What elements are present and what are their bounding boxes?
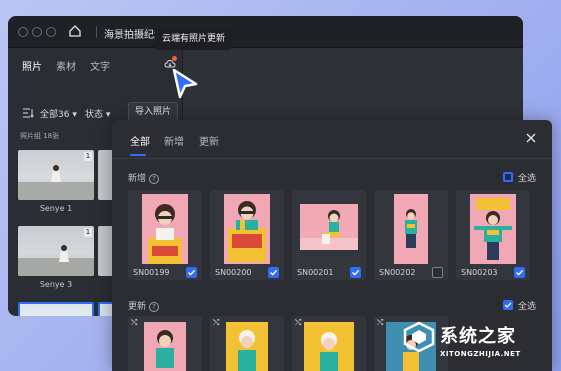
photo-card[interactable]: ⤭ — [292, 316, 366, 371]
photo-card[interactable]: SN00199 — [128, 190, 202, 280]
photo-card[interactable]: ⤭ — [210, 316, 284, 371]
tab-text[interactable]: 文字 — [90, 58, 110, 73]
photo-checkbox[interactable] — [186, 267, 197, 278]
photo-image — [142, 194, 188, 264]
swap-icon: ⤭ — [377, 318, 384, 327]
photo-checkbox[interactable] — [350, 267, 361, 278]
cloud-update-tooltip: 云端有照片更新 — [155, 28, 233, 50]
photo-thumbnail-selected[interactable] — [18, 302, 94, 316]
photo-code: SN00202 — [379, 268, 416, 277]
select-all-checkbox[interactable] — [503, 300, 513, 310]
photo-checkbox[interactable] — [268, 267, 279, 278]
home-icon[interactable] — [68, 24, 82, 38]
sort-icon[interactable] — [22, 107, 34, 119]
new-section-label: 新增 — [128, 174, 147, 184]
new-section-header: 新增? — [128, 171, 160, 184]
filter-all-dropdown[interactable]: 全部36 ▾ — [40, 107, 77, 120]
title-separator — [96, 26, 97, 38]
filter-status-dropdown[interactable]: 状态 ▾ — [85, 107, 110, 120]
active-tab-indicator — [130, 154, 146, 156]
tab-updated[interactable]: 更新 — [199, 133, 219, 148]
photo-image — [300, 204, 358, 250]
update-badge-dot — [172, 56, 177, 61]
photo-image — [144, 322, 186, 371]
photo-card[interactable]: ⤭ — [128, 316, 202, 371]
filter-status-label: 状态 — [85, 110, 104, 120]
photo-caption: Senye 3 — [39, 280, 73, 289]
window-minimize-dot[interactable] — [32, 27, 42, 37]
import-photos-button[interactable]: 导入照片 — [128, 102, 178, 122]
sidebar-tabs: 照片 素材 文字 — [8, 48, 182, 82]
photo-image — [18, 245, 94, 276]
window-maximize-dot[interactable] — [46, 27, 56, 37]
help-icon[interactable]: ? — [149, 302, 160, 312]
chevron-down-icon: ▾ — [72, 110, 77, 120]
photo-card[interactable]: SN00203 — [456, 190, 530, 280]
photo-group-header: 照片组 18张 — [20, 132, 60, 140]
swap-icon: ⤭ — [131, 318, 138, 327]
photo-count-badge: 1 — [84, 228, 92, 237]
photo-code: SN00203 — [461, 268, 498, 277]
tab-new[interactable]: 新增 — [164, 133, 184, 148]
select-all-checkbox[interactable] — [503, 172, 513, 182]
photo-count-badge: 1 — [84, 152, 92, 161]
photo-image — [304, 322, 354, 371]
photo-caption: Senye 1 — [39, 204, 73, 213]
chevron-down-icon: ▾ — [105, 110, 111, 120]
close-icon[interactable] — [526, 133, 536, 143]
photo-image — [224, 194, 270, 264]
filter-all-label: 全部36 — [40, 110, 70, 120]
title-bar: 海景拍摄纪念 — [8, 16, 523, 48]
swap-icon: ⤭ — [295, 318, 302, 327]
photo-code: SN00199 — [133, 268, 170, 277]
photo-image — [18, 165, 94, 200]
tab-materials[interactable]: 素材 — [56, 58, 76, 73]
photo-thumbnail[interactable]: 1 — [18, 226, 94, 276]
update-select-all[interactable]: 全选 — [503, 299, 536, 312]
cursor-arrow-icon — [172, 68, 198, 99]
photo-image — [226, 322, 268, 371]
photo-code: SN00201 — [297, 268, 334, 277]
photo-image — [470, 194, 516, 264]
watermark: 系统之家 XITONGZHIJIA.NET — [402, 318, 557, 368]
window-close-dot[interactable] — [18, 27, 28, 37]
update-section-label: 更新 — [128, 302, 147, 312]
tab-all[interactable]: 全部 — [130, 133, 150, 148]
select-all-label: 全选 — [518, 302, 537, 312]
photo-card[interactable]: SN00201 — [292, 190, 366, 280]
select-all-label: 全选 — [518, 174, 537, 184]
help-icon[interactable]: ? — [149, 174, 160, 184]
new-select-all[interactable]: 全选 — [503, 171, 536, 184]
tab-photos[interactable]: 照片 — [22, 58, 42, 73]
update-section-header: 更新? — [128, 299, 160, 312]
watermark-url: XITONGZHIJIA.NET — [440, 350, 521, 358]
photo-checkbox[interactable] — [514, 267, 525, 278]
swap-icon: ⤭ — [213, 318, 220, 327]
photo-checkbox[interactable] — [432, 267, 443, 278]
watermark-text: 系统之家 — [440, 326, 516, 347]
photo-card[interactable]: SN00200 — [210, 190, 284, 280]
tab-divider — [112, 158, 552, 159]
watermark-logo-icon — [403, 321, 435, 353]
photo-card[interactable]: SN00202 — [374, 190, 448, 280]
photo-thumbnail[interactable]: 1 — [18, 150, 94, 200]
photo-image — [394, 194, 428, 264]
photo-code: SN00200 — [215, 268, 252, 277]
